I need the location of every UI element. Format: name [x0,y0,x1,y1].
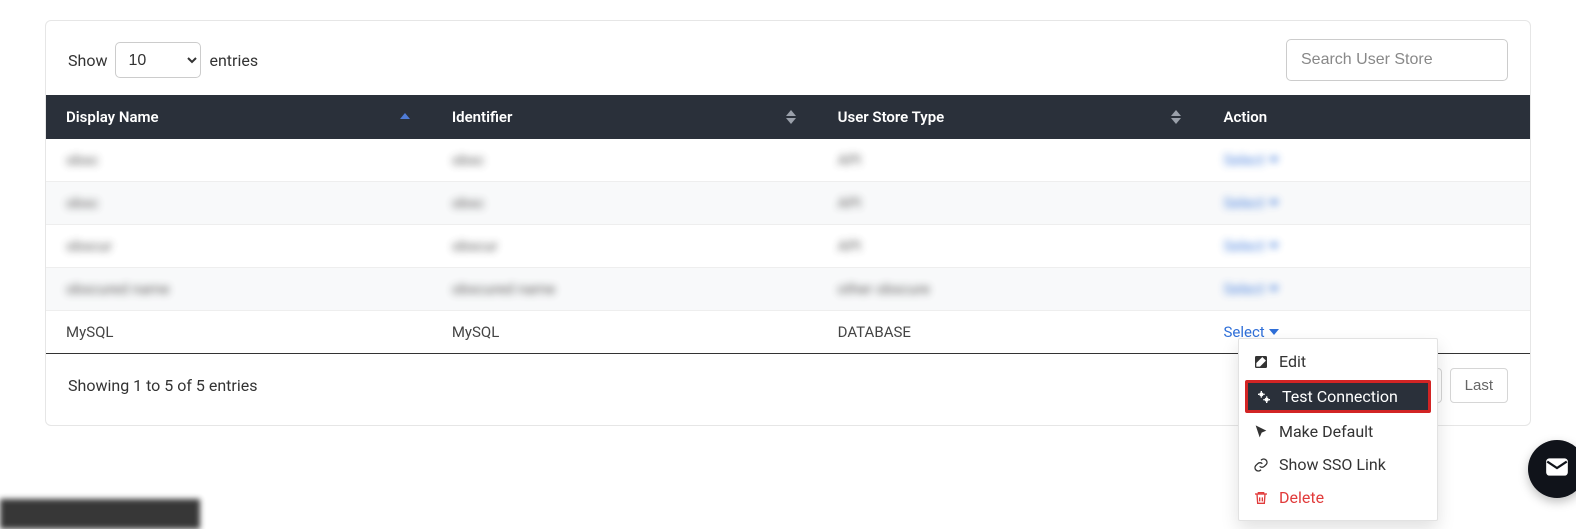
col-action: Action [1203,95,1530,139]
sort-asc-icon [400,113,410,119]
table-row: obscured name obscured name other obscur… [46,268,1530,311]
col-action-label: Action [1223,108,1267,126]
table-header: Display Name Identifier User Store [46,95,1530,139]
table-top-controls: Show 102550100 entries [46,39,1530,95]
menu-show-sso-label: Show SSO Link [1279,455,1386,474]
cell-type: API [838,151,861,169]
show-label: Show [68,51,107,70]
col-display-name-label: Display Name [66,108,159,126]
sort-icon [400,113,410,121]
pager-last[interactable]: Last [1450,368,1508,403]
cell-display: obscur [66,237,112,255]
menu-edit[interactable]: Edit [1239,345,1437,378]
chevron-down-icon [1269,243,1279,249]
chevron-down-icon [1269,329,1279,335]
row-action-menu: Edit Test Connection Make Default Show S… [1238,338,1438,521]
menu-test-connection[interactable]: Test Connection [1245,380,1431,413]
row-action-select[interactable]: Select [1223,237,1278,255]
cell-type: API [838,237,861,255]
col-user-store-type[interactable]: User Store Type [818,95,1204,139]
menu-make-default-label: Make Default [1279,422,1373,441]
page-size-control: Show 102550100 entries [68,42,258,78]
cursor-icon [1253,424,1269,440]
menu-test-label: Test Connection [1282,387,1398,406]
menu-show-sso[interactable]: Show SSO Link [1239,448,1437,481]
col-identifier[interactable]: Identifier [432,95,818,139]
row-action-select[interactable]: Select [1223,280,1278,298]
entries-label: entries [209,51,258,70]
col-display-name[interactable]: Display Name [46,95,432,139]
table-body: obsc obsc API Select obsc obsc API Selec… [46,139,1530,354]
col-user-store-type-label: User Store Type [838,108,945,126]
chevron-down-icon [1269,286,1279,292]
cell-display: obsc [66,194,99,212]
cell-type: DATABASE [838,323,911,341]
gears-icon [1256,389,1272,405]
sort-asc-icon [786,110,796,116]
cell-display: MySQL [66,323,114,341]
col-identifier-label: Identifier [452,108,513,126]
user-store-table: Display Name Identifier User Store [46,95,1530,354]
search-wrap [1286,39,1508,81]
edit-icon [1253,354,1269,370]
table-row: obsc obsc API Select [46,139,1530,182]
table-row: obscur obscur API Select [46,225,1530,268]
mail-fab[interactable] [1528,440,1576,498]
cell-type: API [838,194,861,212]
chevron-down-icon [1269,157,1279,163]
row-action-select[interactable]: Select [1223,151,1278,169]
cell-identifier: obsc [452,194,485,212]
cell-identifier: obsc [452,151,485,169]
sort-icon [1171,110,1181,124]
menu-delete[interactable]: Delete [1239,481,1437,514]
link-icon [1253,457,1269,473]
chevron-down-icon [1269,200,1279,206]
page-size-select[interactable]: 102550100 [115,42,201,78]
sort-icon [786,110,796,124]
search-input[interactable] [1286,39,1508,81]
cell-identifier: obscured name [452,280,555,298]
sort-asc-icon [1171,110,1181,116]
cell-identifier: obscur [452,237,498,255]
table-row: obsc obsc API Select [46,182,1530,225]
sort-desc-icon [1171,118,1181,124]
cell-display: obscured name [66,280,169,298]
cell-type: other obscure [838,280,930,298]
cell-identifier: MySQL [452,323,500,341]
entries-summary: Showing 1 to 5 of 5 entries [68,376,257,395]
menu-make-default[interactable]: Make Default [1239,415,1437,448]
mail-icon [1544,454,1570,484]
menu-delete-label: Delete [1279,488,1324,507]
cell-display: obsc [66,151,99,169]
bottom-strip [0,499,200,529]
trash-icon [1253,490,1269,506]
row-action-select[interactable]: Select [1223,194,1278,212]
sort-desc-icon [786,118,796,124]
menu-edit-label: Edit [1279,352,1306,371]
